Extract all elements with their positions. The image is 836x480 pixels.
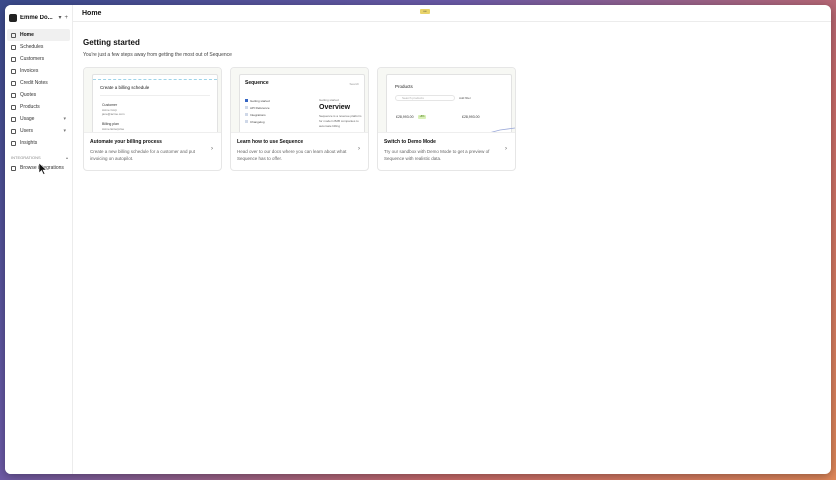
chevron-right-icon[interactable]: › bbox=[211, 146, 213, 152]
quote-icon bbox=[11, 92, 16, 98]
divider bbox=[100, 95, 210, 96]
card-body: Switch to Demo Mode Try our sandbox with… bbox=[378, 133, 515, 162]
chart-icon bbox=[11, 140, 16, 146]
page-title: Home bbox=[82, 9, 102, 17]
card-preview: Products Search products Add filter £28,… bbox=[378, 68, 515, 133]
invoice-icon bbox=[11, 68, 16, 74]
usage-icon bbox=[11, 116, 16, 122]
preview-sparkline bbox=[490, 127, 515, 132]
section-integrations[interactable]: INTEGRATIONS ▴ bbox=[7, 153, 72, 162]
sidebar: Emme Do... ▾ + Home Schedules Customers … bbox=[5, 5, 73, 474]
sidebar-item-customers[interactable]: Customers bbox=[7, 53, 70, 65]
credit-note-icon bbox=[11, 80, 16, 86]
sidebar-item-products[interactable]: Products bbox=[7, 101, 70, 113]
card-preview: Create a billing schedule Customer Acme … bbox=[84, 68, 221, 133]
box-icon bbox=[11, 104, 16, 110]
preview-search: Search bbox=[349, 82, 359, 86]
getting-started-heading: Getting started bbox=[83, 38, 140, 47]
topbar: Home ••• bbox=[73, 5, 831, 22]
card-description: Create a new billing schedule for a cust… bbox=[90, 149, 196, 161]
sidebar-item-credit-notes[interactable]: Credit Notes bbox=[7, 77, 70, 89]
card-body: Automate your billing process Create a n… bbox=[84, 133, 221, 162]
preview-badge: +8% bbox=[418, 115, 426, 119]
chevron-right-icon[interactable]: › bbox=[358, 146, 360, 152]
card-body: Learn how to use Sequence Head over to o… bbox=[231, 133, 368, 162]
sidebar-item-users[interactable]: Users ▾ bbox=[7, 125, 70, 137]
mouse-cursor-icon bbox=[39, 163, 47, 175]
sidebar-item-schedules[interactable]: Schedules bbox=[7, 41, 70, 53]
chevron-up-icon: ▴ bbox=[65, 155, 68, 160]
grid-icon bbox=[11, 165, 16, 171]
card-title: Switch to Demo Mode bbox=[384, 139, 436, 145]
preview-amount: £28,993.00 bbox=[396, 115, 414, 119]
plus-icon[interactable]: + bbox=[64, 15, 68, 21]
preview-billing-form: Create a billing schedule Customer Acme … bbox=[92, 74, 218, 132]
preview-nav-item: Integrations bbox=[245, 111, 287, 118]
sidebar-item-invoices[interactable]: Invoices bbox=[7, 65, 70, 77]
card-list: Create a billing schedule Customer Acme … bbox=[83, 67, 831, 171]
preview-nav-item: Changelog bbox=[245, 118, 287, 125]
getting-started-subheading: You're just a few steps away from gettin… bbox=[83, 52, 232, 58]
sidebar-item-insights[interactable]: Insights bbox=[7, 137, 70, 149]
preview-crumb: Getting started bbox=[319, 98, 339, 102]
card-learn-sequence[interactable]: Sequence Search Getting started API Refe… bbox=[230, 67, 369, 171]
preview-amount: £28,993.00 bbox=[462, 115, 480, 119]
chevron-right-icon[interactable]: › bbox=[505, 146, 507, 152]
card-description: Head over to our docs where you can lear… bbox=[237, 149, 347, 161]
preview-text: Sequence is a revenue platform for moder… bbox=[319, 114, 362, 128]
user-icon bbox=[11, 128, 16, 134]
preview-nav-item: Getting started bbox=[245, 97, 287, 104]
chevron-down-icon: ▾ bbox=[63, 116, 66, 122]
preview-value: jane@acme.com bbox=[102, 112, 125, 116]
preview-title: Create a billing schedule bbox=[100, 85, 150, 90]
workspace-avatar bbox=[9, 13, 17, 22]
sequence-logo: Sequence bbox=[245, 80, 269, 86]
card-title: Automate your billing process bbox=[90, 139, 162, 145]
card-title: Learn how to use Sequence bbox=[237, 139, 304, 145]
card-description: Try our sandbox with Demo Mode to get a … bbox=[384, 149, 490, 161]
calendar-icon bbox=[11, 44, 16, 50]
home-icon bbox=[11, 32, 16, 38]
sidebar-item-usage[interactable]: Usage ▾ bbox=[7, 113, 70, 125]
preview-nav: Getting started API Reference Integratio… bbox=[245, 97, 287, 125]
card-automate-billing[interactable]: Create a billing schedule Customer Acme … bbox=[83, 67, 222, 171]
workspace-switcher[interactable]: Emme Do... ▾ + bbox=[5, 9, 72, 26]
chevron-down-icon: ▾ bbox=[58, 15, 62, 21]
main-area: Home ••• Getting started You're just a f… bbox=[73, 5, 831, 474]
preview-title: Products bbox=[395, 84, 413, 89]
preview-heading: Overview bbox=[319, 104, 351, 111]
preview-search: Search products bbox=[395, 95, 455, 101]
dashed-border bbox=[93, 75, 217, 80]
workspace-name: Emme Do... bbox=[20, 14, 53, 21]
users-icon bbox=[11, 56, 16, 62]
chevron-down-icon: ▾ bbox=[63, 128, 66, 134]
sidebar-item-home[interactable]: Home bbox=[7, 29, 70, 41]
preview-filter: Add filter bbox=[459, 96, 471, 100]
preview-docs: Sequence Search Getting started API Refe… bbox=[239, 74, 365, 132]
preview-nav-item: API Reference bbox=[245, 104, 287, 111]
card-preview: Sequence Search Getting started API Refe… bbox=[231, 68, 368, 133]
preview-label: Customer bbox=[102, 103, 118, 107]
sidebar-item-quotes[interactable]: Quotes bbox=[7, 89, 70, 101]
preview-products: Products Search products Add filter £28,… bbox=[386, 74, 515, 132]
card-demo-mode[interactable]: Products Search products Add filter £28,… bbox=[377, 67, 516, 171]
preview-value: Acme Enterprise bbox=[102, 127, 125, 131]
content: Getting started You're just a few steps … bbox=[73, 22, 831, 171]
environment-badge: ••• bbox=[420, 9, 430, 14]
preview-label: Billing plan bbox=[102, 122, 119, 126]
app-window: Emme Do... ▾ + Home Schedules Customers … bbox=[5, 5, 831, 474]
